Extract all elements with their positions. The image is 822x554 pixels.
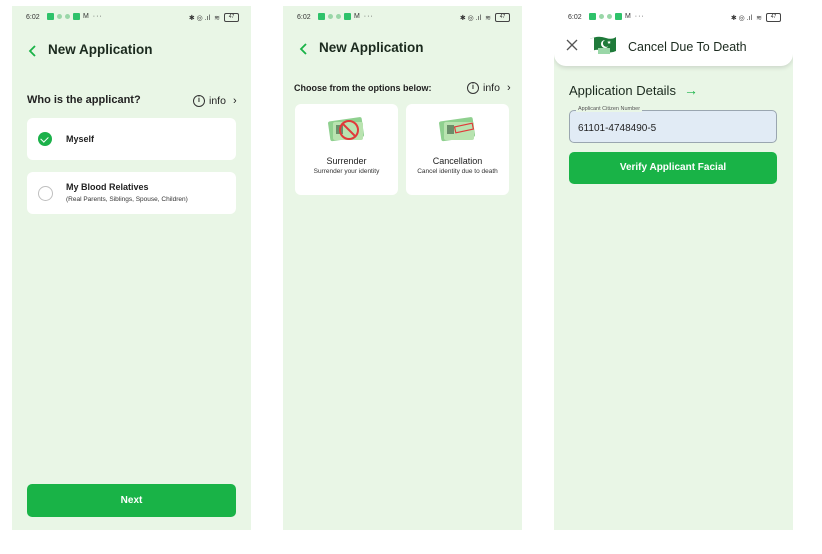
next-button[interactable]: Next xyxy=(27,484,236,517)
status-bar: 6:02 M ··· ✱ ◎ .ıl ≋ 47 xyxy=(283,6,522,30)
system-status-icons: ✱ ◎ .ıl ≋ 47 xyxy=(460,13,510,22)
info-button[interactable]: i info › xyxy=(467,82,511,94)
app-notification-icon xyxy=(65,14,70,19)
app-notification-icon xyxy=(344,13,351,20)
app-notification-icon xyxy=(318,13,325,20)
section-title: Application Details xyxy=(569,82,676,98)
battery-icon: 47 xyxy=(224,13,239,22)
flag-emblem-icon xyxy=(590,36,616,54)
wifi-icon: ≋ xyxy=(485,14,491,22)
app-notification-icon xyxy=(336,14,341,19)
more-notifications-icon: M ··· xyxy=(625,13,645,20)
verify-facial-button[interactable]: Verify Applicant Facial xyxy=(569,152,777,184)
wifi-icon: ≋ xyxy=(214,14,220,22)
app-header: New Application xyxy=(12,36,251,66)
status-time: 6:02 xyxy=(568,14,582,21)
info-label: info xyxy=(209,95,226,107)
screen-cancel-due-to-death: 6:02 M ··· ✱ ◎ .ıl ≋ 47 Cancel Due To De… xyxy=(554,6,793,530)
more-notifications-icon: M ··· xyxy=(83,13,103,20)
app-notification-icon xyxy=(599,14,604,19)
notification-icons: M ··· xyxy=(318,13,374,20)
more-notifications-icon: M ··· xyxy=(354,13,374,20)
page-title: New Application xyxy=(319,40,424,55)
app-notification-icon xyxy=(589,13,596,20)
app-notification-icon xyxy=(57,14,62,19)
option-blood-relatives[interactable]: My Blood Relatives (Real Parents, Siblin… xyxy=(27,172,236,214)
option-surrender[interactable]: Surrender Surrender your identity xyxy=(295,104,398,195)
status-bar: 6:02 M ··· ✱ ◎ .ıl ≋ 47 xyxy=(12,6,251,30)
page-title: New Application xyxy=(48,42,153,57)
status-bar: 6:02 M ··· ✱ ◎ .ıl ≋ 47 xyxy=(554,6,793,30)
option-subtitle: Surrender your identity xyxy=(313,168,380,175)
system-status-icons: ✱ ◎ .ıl ≋ 47 xyxy=(189,13,239,22)
back-arrow-icon[interactable] xyxy=(26,44,40,58)
screen-application-type: 6:02 M ··· ✱ ◎ .ıl ≋ 47 New Application … xyxy=(283,6,522,530)
applicant-question: Who is the applicant? xyxy=(27,94,141,106)
back-arrow-icon[interactable] xyxy=(297,42,311,56)
choose-options-label: Choose from the options below: xyxy=(294,83,432,93)
app-header: New Application xyxy=(283,34,522,64)
app-notification-icon xyxy=(47,13,54,20)
screen-applicant-selection: 6:02 M ··· ✱ ◎ .ıl ≋ 47 New Application … xyxy=(12,6,251,530)
app-notification-icon xyxy=(615,13,622,20)
checkmark-icon xyxy=(40,134,49,143)
status-time: 6:02 xyxy=(26,14,40,21)
citizen-number-field[interactable]: Applicant Citizen Number 61101-4748490-5 xyxy=(569,106,777,143)
notification-icons: M ··· xyxy=(47,13,103,20)
battery-icon: 47 xyxy=(495,13,510,22)
page-title: Cancel Due To Death xyxy=(628,40,747,54)
app-notification-icon xyxy=(328,14,333,19)
close-icon[interactable] xyxy=(566,39,578,51)
radio-unchecked-icon[interactable] xyxy=(38,186,53,201)
radio-checked-icon[interactable] xyxy=(38,132,52,146)
application-details-header[interactable]: Application Details → xyxy=(569,82,698,98)
chevron-right-icon: › xyxy=(506,82,511,94)
option-title: My Blood Relatives xyxy=(66,182,149,192)
info-button[interactable]: i info › xyxy=(193,95,237,107)
app-notification-icon xyxy=(607,14,612,19)
signal-icon: ✱ ◎ .ıl xyxy=(459,14,482,22)
battery-icon: 47 xyxy=(766,13,781,22)
info-icon: i xyxy=(467,82,479,94)
status-time: 6:02 xyxy=(297,14,311,21)
signal-icon: ✱ ◎ .ıl xyxy=(730,14,753,22)
cancellation-card-icon xyxy=(439,117,475,142)
arrow-right-icon: → xyxy=(683,82,698,98)
option-cancellation[interactable]: Cancellation Cancel identity due to deat… xyxy=(406,104,509,195)
option-title: Surrender xyxy=(326,156,367,166)
option-subtitle: Cancel identity due to death xyxy=(417,168,498,175)
option-subtitle: (Real Parents, Siblings, Spouse, Childre… xyxy=(66,196,188,203)
system-status-icons: ✱ ◎ .ıl ≋ 47 xyxy=(731,13,781,22)
field-value[interactable]: 61101-4748490-5 xyxy=(578,123,656,134)
app-header: 6:02 M ··· ✱ ◎ .ıl ≋ 47 Cancel Due To De… xyxy=(554,6,793,66)
app-notification-icon xyxy=(73,13,80,20)
option-myself[interactable]: Myself xyxy=(27,118,236,160)
notification-icons: M ··· xyxy=(589,13,645,20)
info-icon: i xyxy=(193,95,205,107)
signal-icon: ✱ ◎ .ıl xyxy=(188,14,211,22)
option-title: Myself xyxy=(66,134,95,144)
chevron-right-icon: › xyxy=(232,95,237,107)
info-label: info xyxy=(483,82,500,94)
option-title: Cancellation xyxy=(432,156,483,166)
field-label: Applicant Citizen Number xyxy=(576,106,643,112)
wifi-icon: ≋ xyxy=(756,14,762,22)
surrender-card-icon xyxy=(328,117,364,142)
